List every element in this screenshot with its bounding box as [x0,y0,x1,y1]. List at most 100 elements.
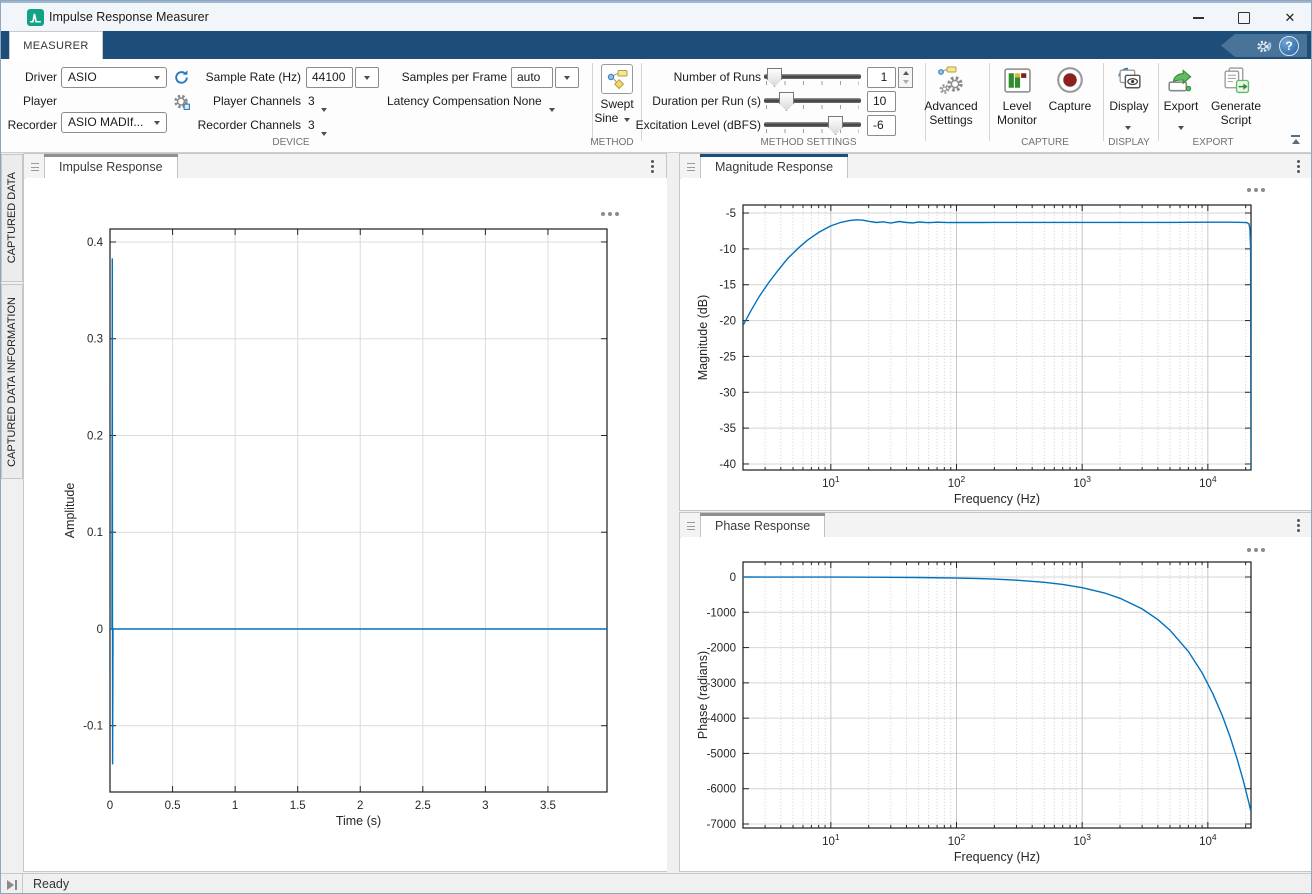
tab-impulse-response[interactable]: Impulse Response [44,154,178,179]
driver-label: Driver [1,67,57,87]
number-of-runs-input[interactable]: 1 [867,67,896,88]
capture-icon[interactable] [1054,64,1086,96]
player-channels-label: Player Channels [191,91,301,111]
app-window: Impulse Response Measurer ✕ MEASURER ? D… [0,0,1312,894]
capture-section-label: CAPTURE [1001,137,1089,149]
svg-text:-15: -15 [719,280,736,292]
advanced-settings-icon[interactable] [934,63,968,97]
sidebar-tab-captured-data-information[interactable]: CAPTURED DATA INFORMATION [1,284,23,479]
magnitude-response-chart[interactable]: 101102103104-40-35-30-25-20-15-10-5Frequ… [681,178,1312,510]
svg-text:-1000: -1000 [707,607,736,619]
capture-button[interactable]: Capture [1044,99,1096,113]
panel-menu-icon[interactable] [651,160,654,163]
chevron-down-icon[interactable] [1178,117,1184,135]
svg-text:-2000: -2000 [707,643,736,655]
svg-text:0: 0 [107,800,113,812]
svg-text:-6000: -6000 [707,784,736,796]
svg-text:-25: -25 [719,351,736,363]
recorder-label: Recorder [1,115,57,135]
svg-text:-30: -30 [719,387,736,399]
chevron-down-icon [364,76,370,80]
level-monitor-icon[interactable] [1001,64,1033,96]
advanced-settings-button[interactable]: Advanced [916,99,986,113]
sidebar-tab-captured-data[interactable]: CAPTURED DATA [1,154,23,282]
svg-text:0.3: 0.3 [87,334,103,346]
recorder-channels-value[interactable]: 3 [308,115,315,135]
maximize-button[interactable] [1221,3,1267,33]
magnitude-response-panel: Magnitude Response 101102103104-40-35-30… [679,153,1312,511]
chevron-down-icon [154,121,160,125]
svg-text:Frequency (Hz): Frequency (Hz) [954,850,1040,864]
svg-text:Magnitude (dB): Magnitude (dB) [696,295,710,380]
status-text: Ready [33,877,69,891]
collapse-toolstrip-icon[interactable] [1291,135,1300,144]
display-button[interactable]: Display [1103,99,1155,113]
panel-menu-icon[interactable] [1297,519,1300,522]
latency-compensation-value[interactable]: None [513,91,542,111]
axes-toolbar-icon[interactable] [601,212,605,216]
panel-menu-icon[interactable] [1297,160,1300,163]
swept-sine-button[interactable]: Swept [589,97,645,111]
svg-text:2.5: 2.5 [415,800,431,812]
number-of-runs-slider[interactable] [764,67,861,87]
svg-text:102: 102 [948,832,966,848]
svg-text:0: 0 [97,624,103,636]
impulse-chart-body: 00.511.522.533.5-0.100.10.20.30.4Time (s… [25,178,667,871]
status-panel-toggle-icon[interactable] [1,874,23,894]
drag-handle-icon[interactable] [31,163,39,171]
maximize-icon [1238,12,1250,24]
svg-text:-20: -20 [719,316,736,328]
chevron-down-icon[interactable] [1125,117,1131,135]
duration-per-run-input[interactable]: 10 [867,91,896,112]
latency-compensation-label: Latency Compensation [387,91,507,111]
duration-per-run-label: Duration per Run (s) [646,91,761,111]
impulse-response-chart[interactable]: 00.511.522.533.5-0.100.10.20.30.4Time (s… [25,178,667,871]
export-button[interactable]: Export [1157,99,1205,113]
swept-sine-icon[interactable] [601,64,633,94]
duration-per-run-slider[interactable] [764,91,861,111]
sample-rate-dropdown-button[interactable] [355,67,379,88]
axes-toolbar-icon[interactable] [1247,188,1251,192]
minimize-button[interactable] [1175,3,1221,33]
driver-dropdown[interactable]: ASIO [61,67,167,88]
excitation-level-slider[interactable] [764,115,861,135]
generate-script-button[interactable]: Generate [1205,99,1267,113]
player-dropdown[interactable]: ASIO MADIf... [61,112,167,133]
channel-mapping-icon[interactable] [171,91,191,111]
chevron-down-icon[interactable] [549,99,555,117]
drag-handle-icon[interactable] [687,163,695,171]
device-section-label: DEVICE [181,137,401,149]
sample-rate-input[interactable]: 44100 [306,67,353,88]
tab-measurer[interactable]: MEASURER [9,31,103,59]
svg-text:0.4: 0.4 [87,237,104,249]
preferences-refresh-icon[interactable] [1255,37,1273,55]
close-button[interactable]: ✕ [1267,3,1312,33]
phase-response-chart[interactable]: 1011021031040-1000-2000-3000-4000-5000-6… [681,537,1312,870]
tab-magnitude-response[interactable]: Magnitude Response [700,154,848,179]
number-of-runs-spinner[interactable] [898,67,913,88]
svg-text:3: 3 [482,800,488,812]
tab-phase-response[interactable]: Phase Response [700,513,825,538]
drag-handle-icon[interactable] [687,522,695,530]
refresh-devices-icon[interactable] [172,68,190,86]
svg-text:-5: -5 [726,208,736,220]
svg-text:101: 101 [822,832,840,848]
samples-per-frame-input[interactable]: auto [511,67,553,88]
generate-script-button-line2[interactable]: Script [1205,113,1267,127]
display-icon[interactable] [1113,64,1145,96]
svg-text:Amplitude: Amplitude [63,483,77,539]
axes-toolbar-icon[interactable] [1247,548,1251,552]
samples-per-frame-dropdown-button[interactable] [555,67,579,88]
svg-text:102: 102 [948,474,966,490]
svg-text:104: 104 [1199,832,1217,848]
generate-script-icon[interactable] [1219,64,1251,96]
advanced-settings-button-line2[interactable]: Settings [916,113,986,127]
level-monitor-button[interactable]: Level [993,99,1041,113]
help-icon[interactable]: ? [1279,36,1299,56]
excitation-level-input[interactable]: -6 [867,115,896,136]
player-channels-value[interactable]: 3 [308,91,315,111]
level-monitor-button-line2[interactable]: Monitor [993,113,1041,127]
impulse-panel-header: Impulse Response [24,154,666,179]
export-icon[interactable] [1165,64,1197,96]
chevron-down-icon[interactable] [321,99,327,117]
